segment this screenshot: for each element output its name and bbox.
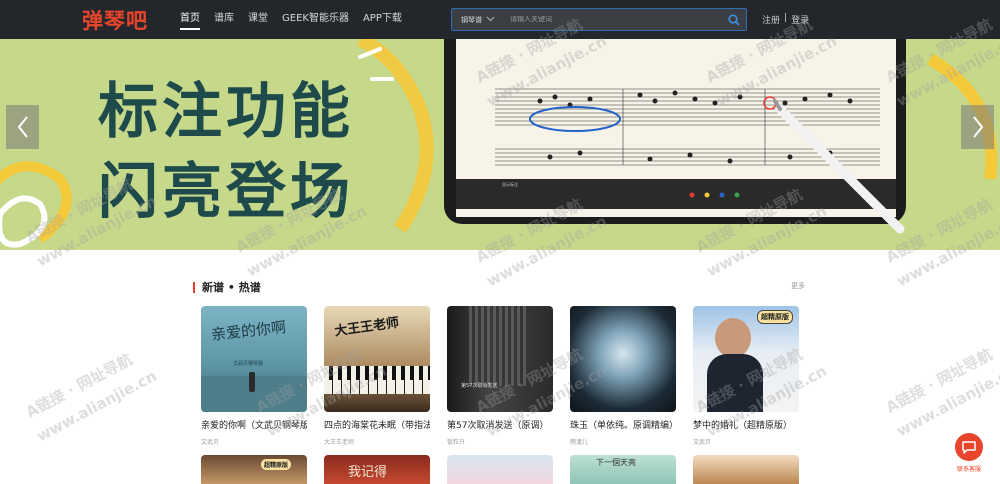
score-author[interactable]: 饭粒升 [447, 437, 555, 446]
search-button[interactable] [722, 9, 746, 30]
score-card[interactable]: 珠玉（单依纯。原调精编） 雨潼儿 [570, 306, 678, 446]
nav-item-classroom[interactable]: 课堂 [248, 0, 268, 39]
chevron-right-icon [972, 116, 983, 138]
register-link[interactable]: 注册 [762, 13, 780, 26]
score-cover-row2[interactable]: 下一個天亮 [570, 455, 676, 484]
score-cover-row2[interactable]: 超精原版 [201, 455, 307, 484]
score-cover-row2[interactable] [447, 455, 553, 484]
score-title[interactable]: 亲爱的你啊（文武贝钢琴版） [201, 418, 307, 431]
more-link[interactable]: 更多 [791, 281, 805, 291]
search-input[interactable] [510, 16, 722, 23]
chat-bubble-icon [955, 433, 983, 461]
score-cover-row2[interactable] [693, 455, 799, 484]
search-icon [728, 13, 740, 26]
auth-divider: | [784, 13, 788, 23]
nav-item-app-download[interactable]: APP下载 [363, 0, 402, 39]
tablet-sheet-music-image: 显示标注 [444, 39, 906, 234]
score-cover: 大王王老师 [324, 306, 430, 412]
score-card[interactable]: 第57次取消发送 第57次取消发送（原调） 饭粒升 [447, 306, 555, 446]
logo[interactable]: 弹琴吧 [82, 5, 148, 35]
score-author[interactable]: 文武贝 [693, 437, 801, 446]
score-title[interactable]: 四点的海棠花未眠（带指法） [324, 418, 430, 431]
score-author[interactable]: 大王王老师 [324, 437, 432, 446]
page: 弹琴吧 首页 谱库 课堂 GEEK智能乐器 APP下载 钢琴谱 注册 | [0, 0, 1000, 484]
score-author[interactable]: 文武贝 [201, 437, 309, 446]
score-cover: 第57次取消发送 [447, 306, 553, 412]
watermark: www.alianjie.cn [893, 361, 1000, 441]
top-nav: 弹琴吧 首页 谱库 课堂 GEEK智能乐器 APP下载 钢琴谱 注册 | [0, 0, 1000, 39]
score-card[interactable]: 亲爱的你啊 文武贝钢琴版 亲爱的你啊（文武贝钢琴版） 文武贝 [201, 306, 309, 446]
customer-service-label: 联系客服 [956, 466, 981, 473]
hero-banner[interactable]: 标注功能 闪亮登场 显示标注 [0, 39, 1000, 250]
score-card[interactable]: 超精原版 梦中的婚礼（超精原版） 文武贝 [693, 306, 801, 446]
watermark: www.alianjie.cn [33, 366, 160, 446]
customer-service-button[interactable]: 联系客服 [952, 433, 986, 473]
svg-text:显示标注: 显示标注 [502, 181, 518, 187]
nav-item-library[interactable]: 谱库 [214, 0, 234, 39]
score-cover: 超精原版 [693, 306, 799, 412]
search-type-select[interactable]: 钢琴谱 [452, 15, 486, 25]
section-header: 新谱 • 热谱 [193, 279, 261, 295]
chevron-down-icon[interactable] [486, 15, 510, 25]
nav-item-geek[interactable]: GEEK智能乐器 [282, 0, 349, 39]
watermark: A链接 · 网址导航 [882, 345, 996, 417]
score-cover [570, 306, 676, 412]
banner-next-button[interactable] [961, 105, 994, 149]
score-author[interactable]: 雨潼儿 [570, 437, 678, 446]
search-bar: 钢琴谱 [451, 8, 747, 31]
nav-item-home[interactable]: 首页 [180, 0, 200, 39]
section-title: 新谱 • 热谱 [202, 281, 261, 294]
watermark: A链接 · 网址导航 [22, 350, 136, 422]
score-cover: 亲爱的你啊 文武贝钢琴版 [201, 306, 307, 412]
score-cover-row2[interactable]: 我记得 [324, 455, 430, 484]
score-title[interactable]: 珠玉（单依纯。原调精编） [570, 418, 676, 431]
auth-links: 注册 | 登录 [762, 13, 809, 26]
main-menu: 首页 谱库 课堂 GEEK智能乐器 APP下载 [180, 0, 416, 39]
banner-headline-1: 标注功能 [98, 77, 354, 147]
section-accent-bar [193, 281, 195, 293]
score-title[interactable]: 第57次取消发送（原调） [447, 418, 553, 431]
chevron-left-icon [17, 116, 28, 138]
login-link[interactable]: 登录 [791, 13, 809, 26]
score-card[interactable]: 大王王老师 四点的海棠花未眠（带指法） 大王王老师 [324, 306, 432, 446]
banner-prev-button[interactable] [6, 105, 39, 149]
banner-headline-2: 闪亮登场 [98, 157, 354, 227]
score-title[interactable]: 梦中的婚礼（超精原版） [693, 418, 799, 431]
